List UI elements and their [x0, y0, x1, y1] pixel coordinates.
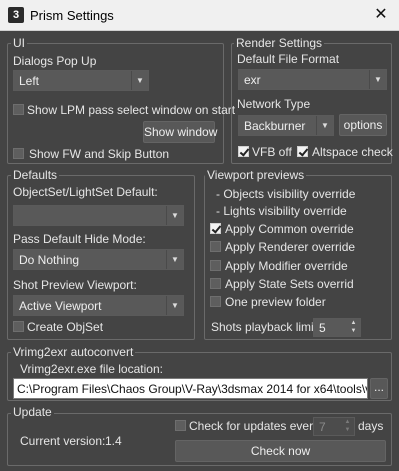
playback-limit-label: Shots playback limit: — [211, 320, 321, 334]
check-updates-label: Check for updates every — [189, 419, 320, 433]
apply-state-label: Apply State Sets overrid — [225, 277, 354, 291]
update-days-value: 7 — [319, 420, 326, 434]
app-icon: 3 — [8, 7, 24, 23]
one-preview-folder-checkbox[interactable] — [210, 296, 221, 307]
vrimg2exr-path-input[interactable]: C:\Program Files\Chaos Group\V-Ray\3dsma… — [13, 378, 368, 399]
dropdown-arrow-icon: ▼ — [166, 206, 183, 225]
dropdown-arrow-icon: ▼ — [316, 116, 333, 135]
dropdown-arrow-icon: ▼ — [166, 250, 183, 269]
fw-checkbox[interactable] — [13, 148, 24, 159]
show-window-button[interactable]: Show window — [143, 121, 217, 143]
lights-visibility-text: - Lights visibility override — [216, 204, 347, 218]
playback-limit-value: 5 — [319, 321, 326, 335]
apply-renderer-label: Apply Renderer override — [225, 240, 356, 254]
defaults-title: Defaults — [11, 168, 60, 182]
pass-hide-select[interactable]: Do Nothing ▼ — [13, 249, 184, 270]
dropdown-arrow-icon: ▼ — [131, 71, 148, 90]
apply-renderer-checkbox[interactable] — [210, 241, 221, 252]
close-icon[interactable]: ✕ — [366, 3, 396, 27]
vrimg2exr-location-label: Vrimg2exr.exe file location: — [20, 362, 163, 376]
one-preview-folder-label: One preview folder — [225, 295, 326, 309]
shot-preview-select[interactable]: Active Viewport ▼ — [13, 295, 184, 316]
days-label: days — [358, 419, 384, 433]
vfb-checkbox-label: VFB off — [252, 145, 292, 159]
spinner-arrows-icon[interactable]: ▲ ▼ — [343, 418, 352, 435]
apply-modifier-label: Apply Modifier override — [225, 259, 348, 273]
fw-checkbox-label: Show FW and Skip Button — [29, 147, 170, 161]
browse-button[interactable]: ... — [370, 378, 388, 399]
shot-preview-label: Shot Preview Viewport: — [13, 278, 137, 292]
objset-select[interactable]: ▼ — [13, 205, 184, 226]
dialogs-select[interactable]: Left ▼ — [13, 70, 149, 91]
vfb-checkbox[interactable] — [238, 146, 249, 157]
format-select-value: exr — [244, 73, 261, 87]
spinner-arrows-icon[interactable]: ▲ ▼ — [349, 319, 358, 336]
lpm-checkbox-label: Show LPM pass select window on start — [27, 103, 236, 117]
apply-common-checkbox[interactable] — [210, 223, 221, 234]
create-objset-checkbox[interactable] — [13, 321, 24, 332]
altspace-checkbox-label: Altspace check — [312, 145, 393, 159]
current-version-label: Current version: — [20, 434, 106, 448]
shot-preview-select-value: Active Viewport — [19, 299, 102, 313]
window-title: Prism Settings — [30, 8, 114, 23]
format-label: Default File Format — [237, 52, 340, 66]
current-version-value: 1.4 — [105, 434, 122, 448]
vrimg2exr-title: Vrimg2exr autoconvert — [11, 345, 136, 359]
create-objset-label: Create ObjSet — [27, 320, 104, 334]
vrimg2exr-path-value: C:\Program Files\Chaos Group\V-Ray\3dsma… — [17, 382, 368, 396]
network-label: Network Type — [237, 97, 311, 111]
objset-label: ObjectSet/LightSet Default: — [13, 185, 158, 199]
dropdown-arrow-icon: ▼ — [166, 296, 183, 315]
apply-state-checkbox[interactable] — [210, 278, 221, 289]
format-select[interactable]: exr ▼ — [238, 69, 387, 90]
network-select-value: Backburner — [244, 119, 306, 133]
pass-hide-select-value: Do Nothing — [19, 253, 80, 267]
objects-visibility-text: - Objects visibility override — [216, 187, 356, 201]
altspace-checkbox[interactable] — [297, 146, 308, 157]
network-select[interactable]: Backburner ▼ — [238, 115, 334, 136]
check-updates-checkbox[interactable] — [175, 420, 186, 431]
dialogs-select-value: Left — [19, 74, 40, 88]
pass-hide-label: Pass Default Hide Mode: — [13, 232, 146, 246]
check-now-button[interactable]: Check now — [175, 440, 386, 462]
apply-common-label: Apply Common override — [225, 222, 354, 236]
apply-modifier-checkbox[interactable] — [210, 260, 221, 271]
ui-group-title: UI — [11, 36, 27, 50]
playback-limit-spinbox[interactable]: 5 ▲ ▼ — [313, 318, 361, 337]
update-title: Update — [11, 405, 54, 419]
lpm-checkbox[interactable] — [13, 104, 24, 115]
render-settings-title: Render Settings — [234, 36, 325, 50]
viewport-previews-title: Viewport previews — [205, 168, 307, 182]
dialogs-label: Dialogs Pop Up — [13, 54, 97, 68]
update-days-spinbox[interactable]: 7 ▲ ▼ — [313, 417, 355, 436]
dropdown-arrow-icon: ▼ — [369, 70, 386, 89]
options-button[interactable]: options — [339, 114, 387, 136]
